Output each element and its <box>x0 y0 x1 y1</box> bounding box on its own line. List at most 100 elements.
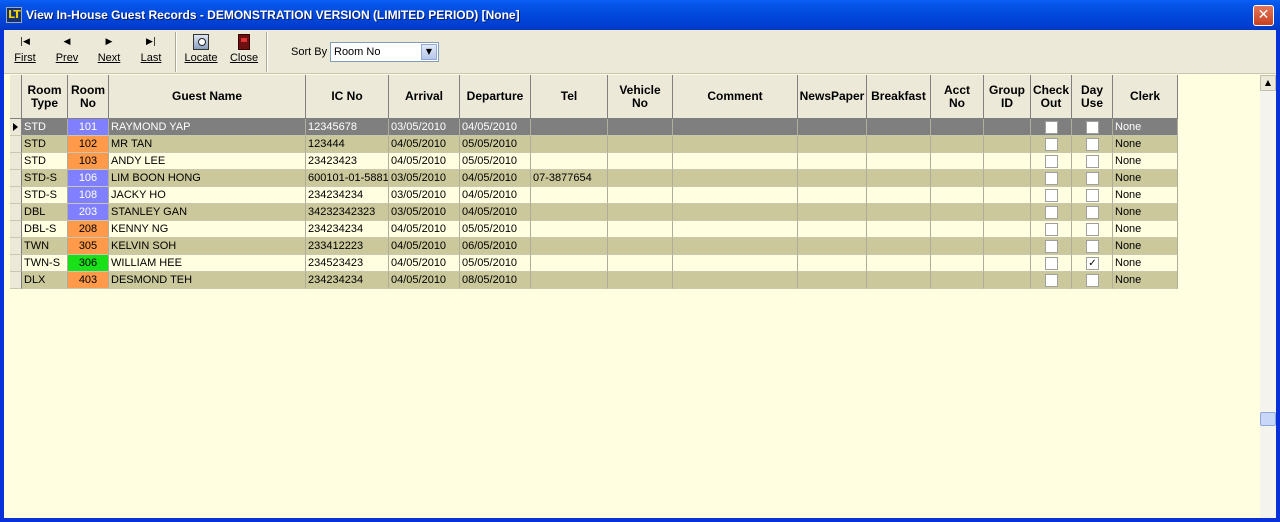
cell-room-type[interactable]: STD <box>22 136 68 153</box>
check-out-checkbox[interactable] <box>1045 274 1058 287</box>
row-indicator[interactable] <box>10 136 22 153</box>
cell-arrival[interactable]: 04/05/2010 <box>389 255 460 272</box>
cell-clerk[interactable]: None <box>1113 136 1178 153</box>
check-out-checkbox[interactable] <box>1045 223 1058 236</box>
cell-room-type[interactable]: TWN <box>22 238 68 255</box>
day-use-checkbox[interactable] <box>1086 274 1099 287</box>
cell-newspaper[interactable] <box>798 238 867 255</box>
cell-newspaper[interactable] <box>798 255 867 272</box>
cell-comment[interactable] <box>673 119 798 136</box>
cell-comment[interactable] <box>673 170 798 187</box>
cell-breakfast[interactable] <box>867 255 931 272</box>
cell-room-no[interactable]: 106 <box>68 170 109 187</box>
cell-room-type[interactable]: STD <box>22 119 68 136</box>
day-use-checkbox[interactable]: ✓ <box>1086 257 1099 270</box>
table-row[interactable]: TWN 305 KELVIN SOH 233412223 04/05/2010 06/05… <box>10 238 1178 255</box>
cell-guest-name[interactable]: LIM BOON HONG <box>109 170 306 187</box>
row-indicator[interactable] <box>10 204 22 221</box>
cell-newspaper[interactable] <box>798 153 867 170</box>
cell-room-no[interactable]: 108 <box>68 187 109 204</box>
cell-arrival[interactable]: 04/05/2010 <box>389 153 460 170</box>
cell-check-out[interactable] <box>1031 272 1072 289</box>
cell-check-out[interactable] <box>1031 170 1072 187</box>
row-indicator[interactable] <box>10 255 22 272</box>
column-header-acct-no[interactable]: Acct No <box>931 75 984 119</box>
cell-ic-no[interactable]: 234523423 <box>306 255 389 272</box>
row-indicator[interactable] <box>10 187 22 204</box>
day-use-checkbox[interactable] <box>1086 155 1099 168</box>
prev-button[interactable]: ◀ Prev <box>52 34 82 70</box>
cell-day-use[interactable] <box>1072 170 1113 187</box>
cell-acct-no[interactable] <box>931 255 984 272</box>
cell-tel[interactable] <box>531 187 608 204</box>
locate-button[interactable]: Locate <box>182 34 220 70</box>
cell-departure[interactable]: 06/05/2010 <box>460 238 531 255</box>
cell-acct-no[interactable] <box>931 136 984 153</box>
cell-day-use[interactable] <box>1072 119 1113 136</box>
cell-day-use[interactable] <box>1072 153 1113 170</box>
cell-guest-name[interactable]: ANDY LEE <box>109 153 306 170</box>
cell-departure[interactable]: 05/05/2010 <box>460 153 531 170</box>
cell-vehicle-no[interactable] <box>608 221 673 238</box>
day-use-checkbox[interactable] <box>1086 223 1099 236</box>
column-header-check-out[interactable]: Check Out <box>1031 75 1072 119</box>
cell-acct-no[interactable] <box>931 119 984 136</box>
cell-vehicle-no[interactable] <box>608 187 673 204</box>
cell-check-out[interactable] <box>1031 204 1072 221</box>
cell-arrival[interactable]: 03/05/2010 <box>389 170 460 187</box>
column-header-departure[interactable]: Departure <box>460 75 531 119</box>
sort-by-select[interactable]: Room No ▼ <box>330 42 439 62</box>
check-out-checkbox[interactable] <box>1045 172 1058 185</box>
table-row[interactable]: DLX 403 DESMOND TEH 234234234 04/05/2010 08/0… <box>10 272 1178 289</box>
cell-newspaper[interactable] <box>798 170 867 187</box>
cell-departure[interactable]: 04/05/2010 <box>460 170 531 187</box>
cell-newspaper[interactable] <box>798 204 867 221</box>
cell-day-use[interactable] <box>1072 136 1113 153</box>
cell-group-id[interactable] <box>984 272 1031 289</box>
cell-comment[interactable] <box>673 153 798 170</box>
cell-group-id[interactable] <box>984 238 1031 255</box>
column-header-guest-name[interactable]: Guest Name <box>109 75 306 119</box>
cell-breakfast[interactable] <box>867 153 931 170</box>
cell-vehicle-no[interactable] <box>608 136 673 153</box>
cell-room-type[interactable]: DBL-S <box>22 221 68 238</box>
row-indicator[interactable] <box>10 221 22 238</box>
cell-check-out[interactable] <box>1031 153 1072 170</box>
cell-tel[interactable] <box>531 221 608 238</box>
cell-group-id[interactable] <box>984 204 1031 221</box>
cell-tel[interactable] <box>531 119 608 136</box>
day-use-checkbox[interactable] <box>1086 206 1099 219</box>
cell-clerk[interactable]: None <box>1113 119 1178 136</box>
cell-ic-no[interactable]: 12345678 <box>306 119 389 136</box>
chevron-down-icon[interactable]: ▼ <box>421 44 437 60</box>
day-use-checkbox[interactable] <box>1086 189 1099 202</box>
cell-group-id[interactable] <box>984 119 1031 136</box>
cell-ic-no[interactable]: 233412223 <box>306 238 389 255</box>
cell-breakfast[interactable] <box>867 238 931 255</box>
check-out-checkbox[interactable] <box>1045 155 1058 168</box>
row-indicator[interactable] <box>10 153 22 170</box>
cell-day-use[interactable] <box>1072 204 1113 221</box>
cell-tel[interactable] <box>531 272 608 289</box>
cell-ic-no[interactable]: 34232342323 <box>306 204 389 221</box>
cell-vehicle-no[interactable] <box>608 255 673 272</box>
table-row[interactable]: STD 101 RAYMOND YAP 12345678 03/05/2010 04/05… <box>10 119 1178 136</box>
row-indicator[interactable] <box>10 272 22 289</box>
scroll-up-icon[interactable]: ▲ <box>1260 75 1276 91</box>
next-button[interactable]: ▶ Next <box>94 34 124 70</box>
cell-tel[interactable]: 07-3877654 <box>531 170 608 187</box>
row-indicator[interactable] <box>10 170 22 187</box>
scroll-thumb[interactable] <box>1260 412 1276 426</box>
column-header-newspaper[interactable]: NewsPaper <box>798 75 867 119</box>
table-row[interactable]: STD 102 MR TAN 123444 04/05/2010 05/05/2010 No… <box>10 136 1178 153</box>
check-out-checkbox[interactable] <box>1045 189 1058 202</box>
cell-day-use[interactable] <box>1072 221 1113 238</box>
cell-comment[interactable] <box>673 238 798 255</box>
cell-breakfast[interactable] <box>867 136 931 153</box>
cell-day-use[interactable] <box>1072 187 1113 204</box>
column-header-arrival[interactable]: Arrival <box>389 75 460 119</box>
column-header-vehicle-no[interactable]: Vehicle No <box>608 75 673 119</box>
cell-tel[interactable] <box>531 238 608 255</box>
last-button[interactable]: ▶| Last <box>136 34 166 70</box>
cell-guest-name[interactable]: WILLIAM HEE <box>109 255 306 272</box>
